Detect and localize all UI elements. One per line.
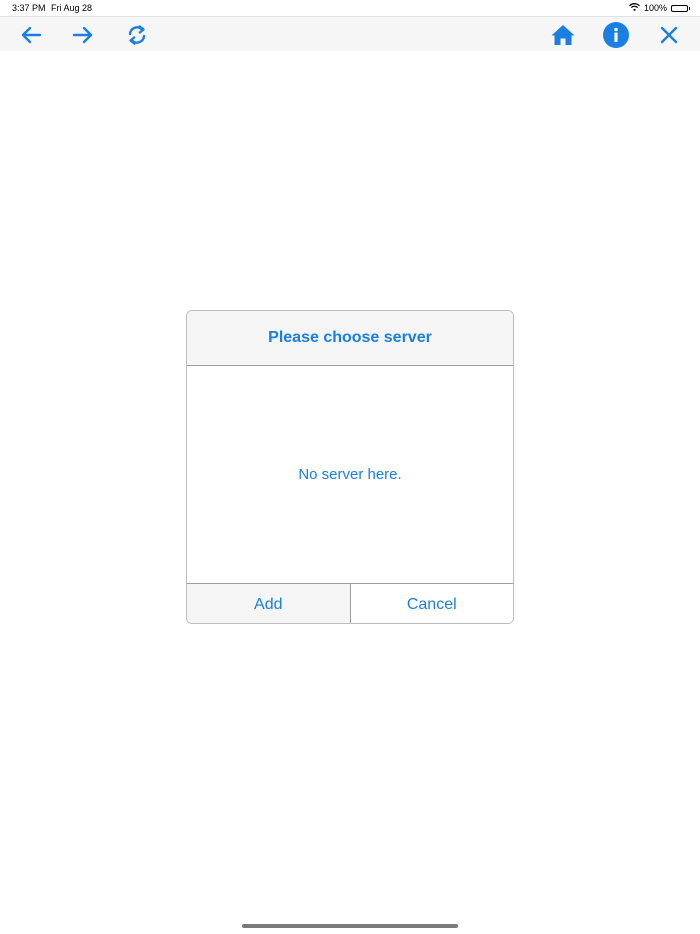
add-button[interactable]: Add — [187, 584, 351, 623]
home-icon[interactable] — [549, 21, 577, 49]
info-icon[interactable] — [602, 21, 630, 49]
home-indicator[interactable] — [242, 924, 458, 928]
battery-percent: 100% — [643, 3, 667, 13]
server-dialog: Please choose server No server here. Add… — [186, 310, 514, 624]
back-arrow-icon[interactable] — [17, 21, 45, 49]
toolbar — [0, 16, 700, 51]
dialog-footer: Add Cancel — [187, 583, 513, 623]
forward-arrow-icon[interactable] — [69, 21, 97, 49]
status-date: Fri Aug 28 — [51, 3, 93, 13]
status-right: 100% — [629, 3, 690, 13]
cancel-button[interactable]: Cancel — [350, 584, 513, 623]
refresh-icon[interactable] — [123, 21, 151, 49]
screen: 3:37 PM Fri Aug 28 100% Please choose se… — [0, 0, 700, 934]
status-time: 3:37 PM — [12, 3, 46, 13]
battery-icon — [671, 4, 690, 12]
empty-message: No server here. — [298, 466, 402, 483]
wifi-icon — [629, 3, 640, 13]
status-bar: 3:37 PM Fri Aug 28 100% — [0, 0, 700, 16]
close-icon[interactable] — [655, 21, 683, 49]
dialog-title: Please choose server — [187, 311, 513, 366]
